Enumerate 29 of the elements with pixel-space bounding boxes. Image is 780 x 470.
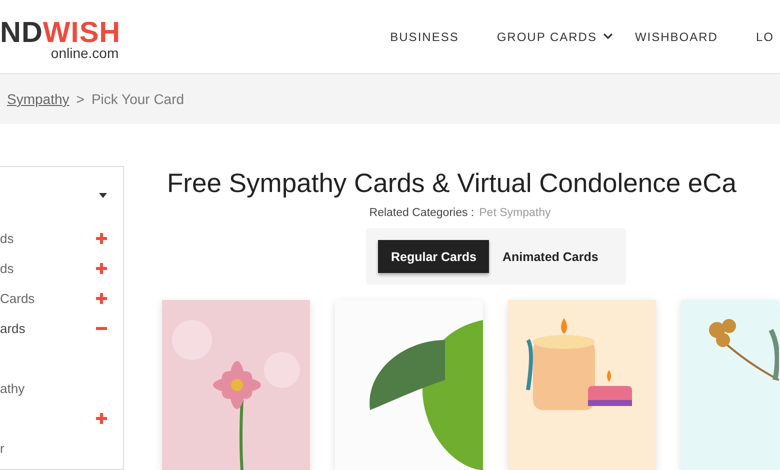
- plus-icon[interactable]: [96, 232, 107, 244]
- nav-link[interactable]: BUSINESS: [378, 30, 485, 44]
- page-title: Free Sympathy Cards & Virtual Condolence eCa: [167, 168, 738, 199]
- plus-icon[interactable]: [96, 262, 107, 274]
- nav-link[interactable]: GROUP CARDS: [484, 30, 623, 44]
- candle-card-image[interactable]: [508, 300, 656, 470]
- caret-down-icon[interactable]: [99, 192, 107, 198]
- card-type-tab[interactable]: Regular Cards: [378, 240, 490, 273]
- nav-link[interactable]: WISHBOARD: [622, 30, 744, 44]
- card-type-tab[interactable]: Animated Cards: [489, 240, 612, 273]
- flower-card-image[interactable]: [162, 300, 310, 470]
- category-item[interactable]: athy: [0, 380, 25, 396]
- category-item[interactable]: ds: [0, 260, 14, 276]
- category-item[interactable]: ds: [0, 230, 14, 246]
- breadcrumb-current: Pick Your Card: [91, 91, 184, 107]
- category-item[interactable]: r: [0, 440, 4, 456]
- category-item[interactable]: ards: [0, 320, 26, 336]
- flower-card-image[interactable]: [681, 300, 779, 470]
- category-item[interactable]: Cards: [0, 290, 35, 306]
- plus-icon[interactable]: [96, 292, 107, 304]
- related-label: Related Categories :: [369, 207, 474, 219]
- logo-domain: online.com: [50, 46, 119, 60]
- chevron-down-icon[interactable]: [602, 33, 613, 40]
- nav-link[interactable]: LO: [744, 30, 774, 44]
- breadcrumb-separator: >: [76, 91, 84, 107]
- breadcrumb-link[interactable]: Sympathy: [7, 91, 70, 107]
- leaf-card-image[interactable]: [335, 300, 483, 470]
- logo-wordmark[interactable]: NDWISH: [0, 20, 121, 46]
- plus-icon[interactable]: [96, 412, 107, 424]
